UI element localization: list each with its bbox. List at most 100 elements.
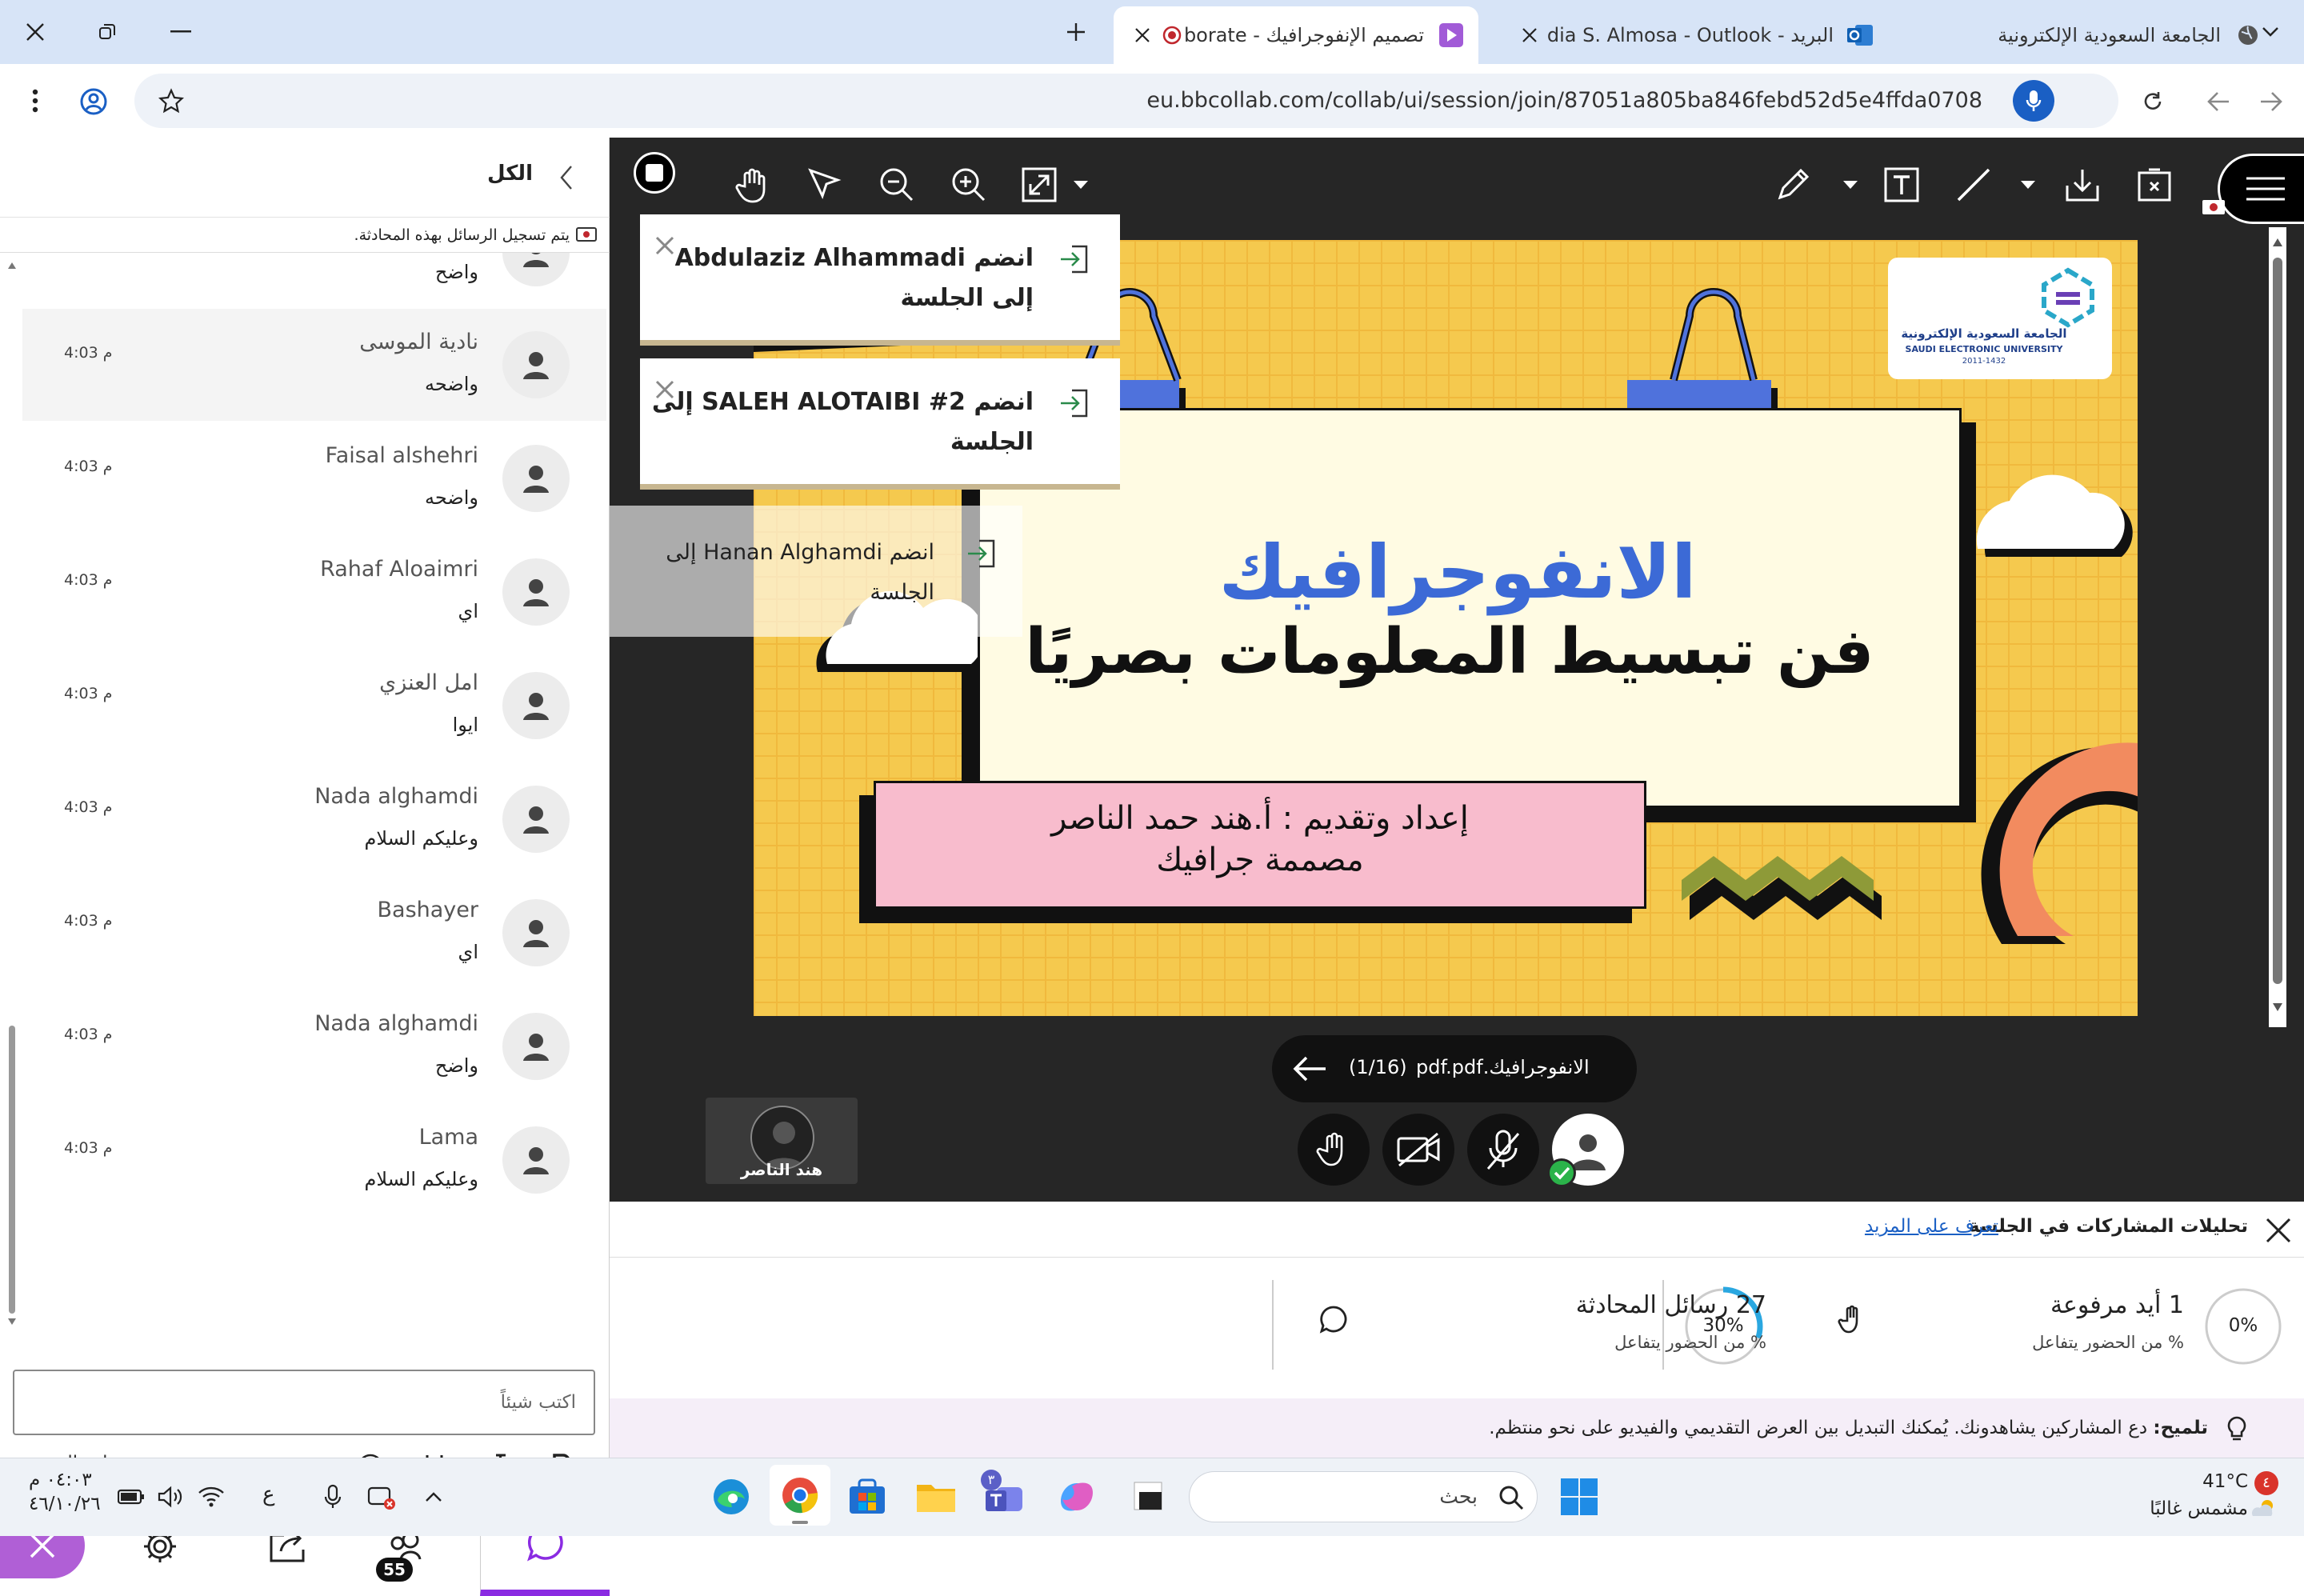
clock[interactable]: ٠٤:٠٣ م ٤٦/١٠/٢٦ xyxy=(29,1470,101,1514)
previous-page-arrow-icon[interactable] xyxy=(1285,1045,1333,1093)
microphone-off-button[interactable] xyxy=(1467,1114,1539,1186)
list-item: Nada alghamdi 4:03 م وعليكم السلام xyxy=(22,763,606,875)
start-windows-icon[interactable] xyxy=(1552,1470,1606,1524)
taskbar-search[interactable]: بحث xyxy=(1189,1471,1538,1522)
raise-hand-button[interactable] xyxy=(1298,1114,1370,1186)
join-notification: انضم Hanan Alghamdi إلى الجلسة xyxy=(610,506,1022,637)
store-icon[interactable] xyxy=(840,1470,894,1524)
close-window-icon[interactable] xyxy=(18,16,53,48)
profile-icon[interactable] xyxy=(74,82,114,122)
list-item: Lama 4:03 م وعليكم السلام xyxy=(22,1104,606,1216)
tab-seu[interactable]: الجامعة السعودية الإلكترونية xyxy=(1912,6,2272,64)
list-item: واضح xyxy=(22,253,606,309)
pan-hand-icon[interactable] xyxy=(730,162,776,208)
browser-tab-bar: تصميم الإنفوجرافيك - Collaborate البريد … xyxy=(0,0,2304,64)
chat-messages-stat: 27 رسائل المحادثة xyxy=(1575,1291,1766,1319)
self-video-thumbnail[interactable]: هند الناصر xyxy=(706,1098,858,1184)
download-icon[interactable] xyxy=(2059,162,2106,208)
avatar xyxy=(502,672,570,739)
teams-icon[interactable]: ٣ xyxy=(978,1470,1032,1524)
university-logo-mark xyxy=(2042,267,2094,328)
list-item: نادية الموسى 4:03 م واضحه xyxy=(22,309,606,421)
chat-message-list[interactable]: واضح نادية الموسى 4:03 م واضحه Faisal al… xyxy=(0,253,610,1349)
chat-header: الكل xyxy=(0,138,610,218)
back-icon[interactable] xyxy=(2198,82,2238,122)
presentation-stage: الانفوجرافيك فن تبسيط المعلومات بصريًا إ… xyxy=(610,138,2304,1202)
line-dropdown-icon[interactable] xyxy=(2016,173,2040,197)
wifi-icon[interactable] xyxy=(195,1481,227,1513)
analytics-header: تحليلات المشاركات في الجلسة تعرف على الم… xyxy=(610,1202,2304,1258)
outlook-icon xyxy=(1845,19,1877,51)
input-language[interactable]: ع xyxy=(262,1482,275,1506)
tab-collaborate[interactable]: تصميم الإنفوجرافيك - Collaborate xyxy=(1114,6,1478,64)
presenter-name: إعداد وتقديم : أ.هند حمد الناصر xyxy=(1051,800,1469,837)
tray-chevron-up-icon[interactable] xyxy=(416,1479,451,1514)
tab-outlook[interactable]: البريد - Nadia S. Almosa - Outlook xyxy=(1504,6,1888,64)
avatar xyxy=(502,558,570,626)
chat-scrollbar[interactable] xyxy=(6,258,18,1330)
close-tab-icon[interactable] xyxy=(1512,18,1547,53)
weather-badge: ٤ xyxy=(2254,1471,2278,1495)
zoom-out-icon[interactable] xyxy=(874,162,920,208)
divider xyxy=(1272,1280,1274,1370)
pen-dropdown-icon[interactable] xyxy=(1838,173,1862,197)
address-bar[interactable]: eu.bbcollab.com/collab/ui/session/join/8… xyxy=(134,74,2118,128)
avatar xyxy=(502,899,570,966)
voice-search-icon[interactable] xyxy=(2013,80,2054,122)
reload-icon[interactable] xyxy=(2133,82,2173,122)
volume-icon[interactable] xyxy=(155,1481,187,1513)
new-tab-icon[interactable] xyxy=(1056,16,1096,48)
file-pager: (1/16) الانفوجرافيك.pdf.pdf xyxy=(1272,1035,1637,1102)
pen-icon[interactable] xyxy=(1770,162,1816,208)
close-analytics-icon[interactable] xyxy=(2261,1214,2296,1246)
chat-input[interactable]: اكتب شيئاً xyxy=(13,1370,595,1435)
clear-annotations-icon[interactable] xyxy=(2131,162,2178,208)
avatar xyxy=(502,1013,570,1080)
browser-menu-icon[interactable] xyxy=(19,80,51,122)
join-session-icon xyxy=(1056,242,1091,277)
dismiss-notification-icon[interactable] xyxy=(645,370,685,410)
pointer-icon[interactable] xyxy=(802,162,848,208)
hands-percent-ring: 0% xyxy=(2202,1285,2285,1368)
raised-hand-icon xyxy=(1834,1299,1874,1339)
tab-search-chevron-icon[interactable] xyxy=(2253,16,2288,48)
restore-window-icon[interactable] xyxy=(90,16,125,48)
list-item: امل العنزي 4:03 م ايوا xyxy=(22,650,606,762)
camera-in-use-icon[interactable] xyxy=(365,1479,400,1514)
app-window-icon[interactable] xyxy=(1122,1470,1176,1524)
bookmark-star-icon[interactable] xyxy=(152,82,190,120)
chrome-icon[interactable] xyxy=(770,1465,830,1526)
battery-icon[interactable] xyxy=(115,1481,147,1513)
zoom-dropdown-icon[interactable] xyxy=(1069,173,1093,197)
learn-more-link[interactable]: تعرف على المزيد xyxy=(1865,1216,1998,1237)
tip-banner: تلميح: دع المشاركين يشاهدونك. يُمكنك الت… xyxy=(610,1398,2304,1458)
dismiss-notification-icon[interactable] xyxy=(645,226,685,266)
zoom-in-icon[interactable] xyxy=(946,162,992,208)
list-item: Faisal alshehri 4:03 م واضحه xyxy=(22,422,606,534)
windows-taskbar: ٠٤:٠٣ م ٤٦/١٠/٢٦ ع ٣ بحث 41°C مشمس غالبً… xyxy=(0,1458,2304,1536)
stop-share-icon[interactable] xyxy=(634,152,675,194)
slide-title: الانفوجرافيك xyxy=(1218,530,1697,615)
edge-icon[interactable] xyxy=(704,1470,758,1524)
presenter-role: مصممة جرافيك xyxy=(1156,842,1364,878)
join-session-icon xyxy=(1056,386,1091,421)
session-menu-icon[interactable] xyxy=(2218,154,2304,224)
sun-cloud-icon xyxy=(2251,1498,2275,1518)
camera-off-button[interactable] xyxy=(1382,1114,1454,1186)
chat-back-chevron-icon[interactable] xyxy=(552,160,581,195)
slide-subtitle: فن تبسيط المعلومات بصريًا xyxy=(1025,616,1874,688)
close-tab-icon[interactable] xyxy=(1125,18,1160,53)
file-explorer-icon[interactable] xyxy=(909,1470,963,1524)
microphone-icon[interactable] xyxy=(317,1479,349,1514)
stage-scrollbar[interactable] xyxy=(2267,227,2288,1027)
line-tool-icon[interactable] xyxy=(1950,162,1997,208)
collaborate-icon xyxy=(1435,19,1467,51)
teams-badge: ٣ xyxy=(981,1470,1002,1490)
text-tool-icon[interactable] xyxy=(1878,162,1925,208)
weather-widget[interactable]: 41°C مشمس غالبًا ٤ xyxy=(2120,1471,2280,1527)
minimize-window-icon[interactable] xyxy=(163,16,198,48)
fit-screen-icon[interactable] xyxy=(1016,162,1062,208)
recording-icon xyxy=(1160,23,1184,47)
copilot-icon[interactable] xyxy=(1050,1470,1104,1524)
forward-icon[interactable] xyxy=(2251,82,2291,122)
